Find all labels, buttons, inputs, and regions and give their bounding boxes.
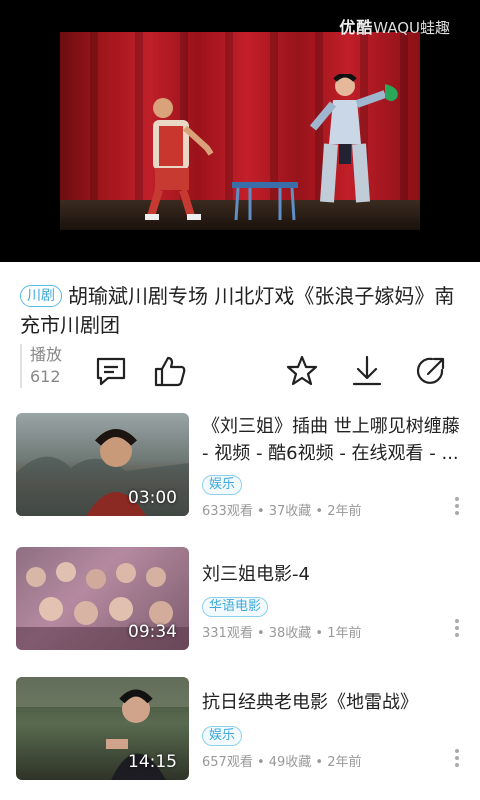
video-title: 胡瑜斌川剧专场 川北灯戏《张浪子嫁妈》南充市川剧团 [20,284,455,337]
watermark-brand: 优酷 [339,18,374,37]
video-title-row: 川剧 胡瑜斌川剧专场 川北灯戏《张浪子嫁妈》南充市川剧团 [20,282,460,340]
video-duration: 14:15 [128,752,177,772]
comment-icon[interactable] [94,354,128,388]
play-label: 播放 [30,345,63,364]
video-thumbnail[interactable]: 09:34 [16,547,189,650]
download-icon[interactable] [350,354,384,388]
related-video-meta: 633观看 • 37收藏 • 2年前 [202,504,362,519]
more-options-icon[interactable] [454,749,460,770]
related-video-title[interactable]: 《刘三姐》插曲 世上哪见树缠藤 - 视频 - 酷6视频 - 在线观看 - ... [202,413,464,467]
like-icon[interactable] [153,354,187,388]
related-video-meta: 657观看 • 49收藏 • 2年前 [202,755,362,770]
share-icon[interactable] [414,354,448,388]
play-count-block: 播放 612 [20,344,62,388]
video-watermark: 优酷WAQU蛙趣 [339,14,450,38]
related-video-item[interactable]: 14:15 抗日经典老电影《地雷战》 娱乐 657观看 • 49收藏 • 2年前 [16,677,464,783]
video-duration: 03:00 [128,488,177,508]
favorite-star-icon[interactable] [285,354,319,388]
video-duration: 09:34 [128,622,177,642]
category-tag[interactable]: 川剧 [20,285,62,307]
stage-bench [232,182,298,221]
performer-right [309,74,398,203]
related-video-tag[interactable]: 娱乐 [202,726,243,746]
related-video-item[interactable]: 09:34 刘三姐电影-4 华语电影 331观看 • 38收藏 • 1年前 [16,547,464,653]
video-thumbnail[interactable]: 14:15 [16,677,189,780]
related-video-title[interactable]: 抗日经典老电影《地雷战》 [202,689,464,716]
performer-left [145,98,214,220]
related-video-meta: 331观看 • 38收藏 • 1年前 [202,626,362,641]
more-options-icon[interactable] [454,619,460,640]
play-count: 612 [30,367,61,386]
related-video-tag[interactable]: 华语电影 [202,597,269,617]
video-player[interactable]: 优酷WAQU蛙趣 [0,0,480,262]
video-thumbnail[interactable]: 03:00 [16,413,189,516]
related-video-title[interactable]: 刘三姐电影-4 [202,561,464,588]
more-options-icon[interactable] [454,497,460,518]
video-frame [60,32,420,230]
related-video-tag[interactable]: 娱乐 [202,475,243,495]
related-video-item[interactable]: 03:00 《刘三姐》插曲 世上哪见树缠藤 - 视频 - 酷6视频 - 在线观看… [16,413,464,519]
action-bar: 播放 612 [20,340,460,400]
watermark-app: WAQU蛙趣 [373,19,450,37]
